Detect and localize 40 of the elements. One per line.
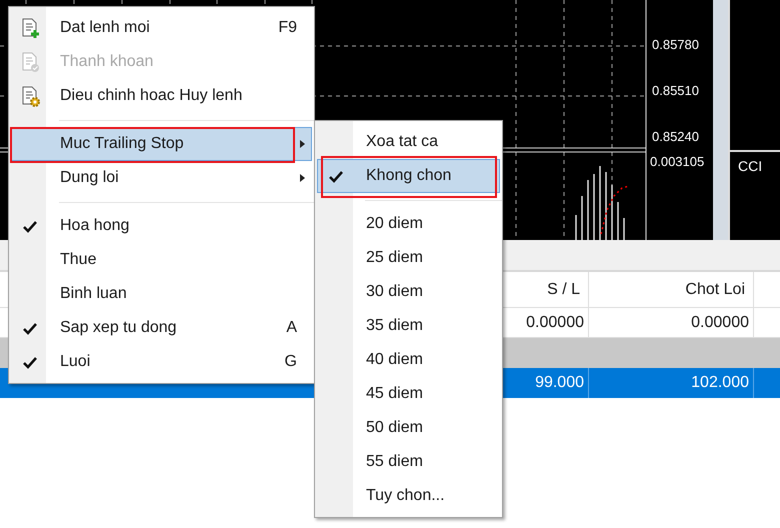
- menu-item[interactable]: Tuy chon...: [317, 479, 500, 513]
- check-icon: [23, 356, 37, 368]
- menu-item[interactable]: Xoa tat ca: [317, 125, 500, 159]
- menu-item[interactable]: 40 diem: [317, 343, 500, 377]
- table-cell: 0.00000: [588, 308, 753, 337]
- menu-item[interactable]: Luoi G: [11, 345, 312, 379]
- menu-item[interactable]: Hoa hong: [11, 209, 312, 243]
- document-plus-icon: [20, 17, 40, 39]
- menu-item[interactable]: 50 diem: [317, 411, 500, 445]
- indicator-value: 0.003105: [650, 153, 704, 171]
- document-gear-icon: [20, 85, 40, 107]
- check-icon: [23, 220, 37, 232]
- menu-item[interactable]: 20 diem: [317, 207, 500, 241]
- check-icon: [329, 170, 343, 182]
- panel-splitter[interactable]: [713, 0, 728, 240]
- menu-item[interactable]: 45 diem: [317, 377, 500, 411]
- indicator-label: CCI: [738, 157, 762, 176]
- submenu-arrow-icon: [300, 174, 305, 182]
- column-header[interactable]: Chot Loi: [588, 272, 753, 307]
- menu-item[interactable]: 25 diem: [317, 241, 500, 275]
- submenu-arrow-icon: [300, 140, 305, 148]
- menu-item[interactable]: Binh luan: [11, 277, 312, 311]
- menu-item[interactable]: Dat lenh moi F9: [11, 11, 312, 45]
- shortcut-text: F9: [278, 18, 298, 38]
- document-check-icon: [20, 51, 40, 73]
- menu-item[interactable]: Muc Trailing Stop: [11, 127, 312, 161]
- menu-item[interactable]: 55 diem: [317, 445, 500, 479]
- price-label: 0.85240: [652, 128, 699, 146]
- check-icon: [23, 322, 37, 334]
- shortcut-text: A: [286, 318, 298, 338]
- menu-item[interactable]: Dieu chinh hoac Huy lenh: [11, 79, 312, 113]
- menu-item[interactable]: Dung loi: [11, 161, 312, 195]
- menu-item[interactable]: 35 diem: [317, 309, 500, 343]
- table-cell: 102.000: [588, 368, 753, 398]
- shortcut-text: G: [284, 352, 298, 372]
- menu-item[interactable]: Thue: [11, 243, 312, 277]
- price-label: 0.85510: [652, 82, 699, 100]
- price-label: 0.85780: [652, 36, 699, 54]
- menu-item[interactable]: 30 diem: [317, 275, 500, 309]
- menu-item[interactable]: Sap xep tu dong A: [11, 311, 312, 345]
